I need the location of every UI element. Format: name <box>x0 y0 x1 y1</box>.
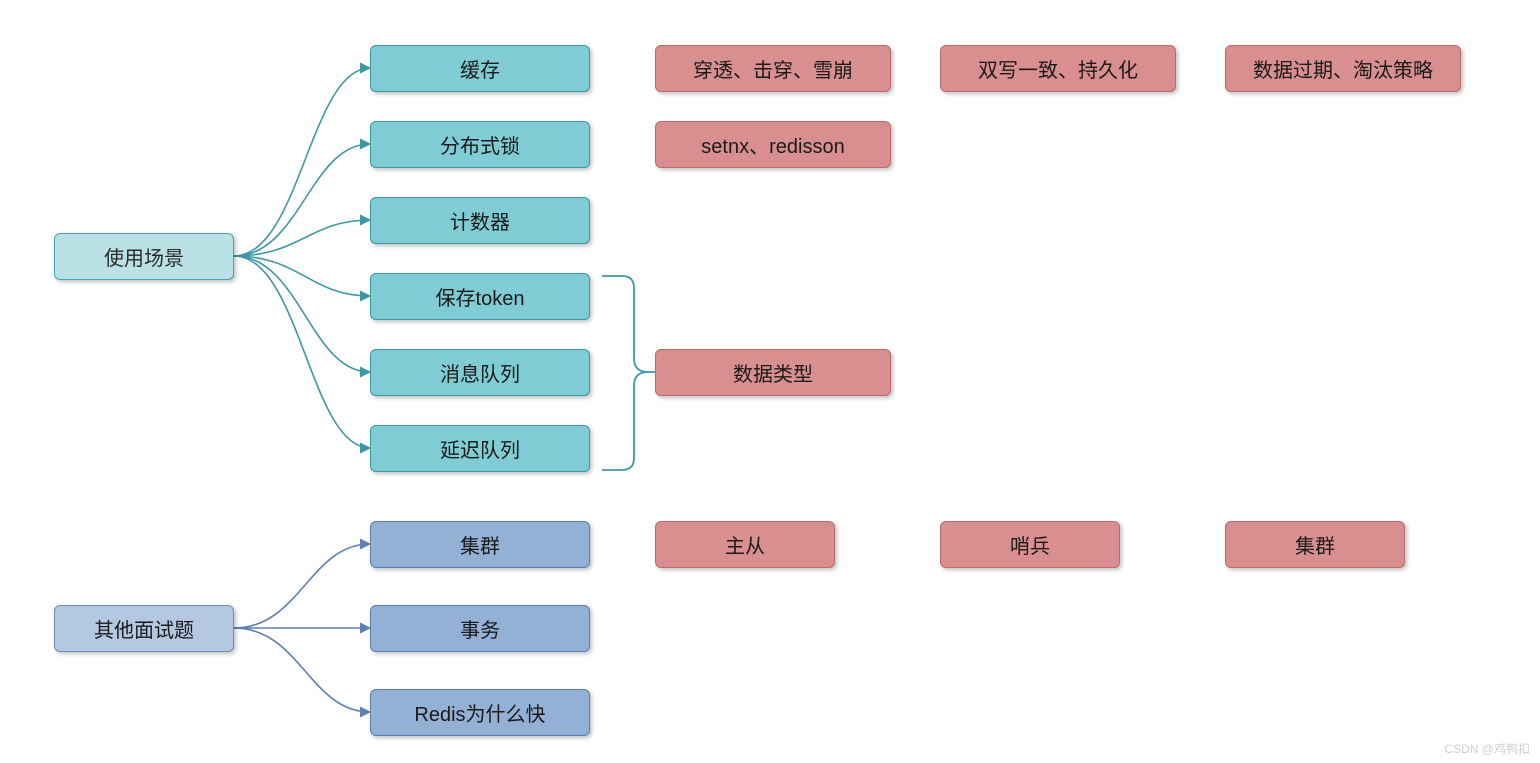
cache-topic-1: 穿透、击穿、雪崩 <box>655 45 891 92</box>
scenario-counter-label: 计数器 <box>450 206 510 235</box>
scenario-delay-queue-label: 延迟队列 <box>440 434 520 463</box>
cluster-topic-1-label: 主从 <box>725 530 765 559</box>
cluster-topic-1: 主从 <box>655 521 835 568</box>
cluster-topic-2-label: 哨兵 <box>1010 530 1050 559</box>
other-why-fast-label: Redis为什么快 <box>414 698 545 727</box>
scenario-cache: 缓存 <box>370 45 590 92</box>
lock-topic-1-label: setnx、redisson <box>701 130 844 159</box>
data-type-label: 数据类型 <box>733 358 813 387</box>
scenario-message-queue: 消息队列 <box>370 349 590 396</box>
cluster-topic-3: 集群 <box>1225 521 1405 568</box>
cache-topic-1-label: 穿透、击穿、雪崩 <box>693 54 853 83</box>
scenario-counter: 计数器 <box>370 197 590 244</box>
scenario-cache-label: 缓存 <box>460 54 500 83</box>
other-cluster-label: 集群 <box>460 530 500 559</box>
watermark-text: CSDN @鸡鸭扣 <box>1444 742 1530 756</box>
scenario-distributed-lock-label: 分布式锁 <box>440 130 520 159</box>
other-cluster: 集群 <box>370 521 590 568</box>
root-usage-scenarios: 使用场景 <box>54 233 234 280</box>
cache-topic-2: 双写一致、持久化 <box>940 45 1176 92</box>
cache-topic-3-label: 数据过期、淘汰策略 <box>1253 54 1433 83</box>
data-type-node: 数据类型 <box>655 349 891 396</box>
root-usage-scenarios-label: 使用场景 <box>104 242 184 271</box>
cluster-topic-3-label: 集群 <box>1295 530 1335 559</box>
lock-topic-1: setnx、redisson <box>655 121 891 168</box>
root-other-questions: 其他面试题 <box>54 605 234 652</box>
cache-topic-3: 数据过期、淘汰策略 <box>1225 45 1461 92</box>
scenario-distributed-lock: 分布式锁 <box>370 121 590 168</box>
other-transaction-label: 事务 <box>460 614 500 643</box>
cache-topic-2-label: 双写一致、持久化 <box>978 54 1138 83</box>
scenario-save-token-label: 保存token <box>436 282 525 311</box>
scenario-message-queue-label: 消息队列 <box>440 358 520 387</box>
watermark: CSDN @鸡鸭扣 <box>1444 740 1530 757</box>
scenario-delay-queue: 延迟队列 <box>370 425 590 472</box>
other-transaction: 事务 <box>370 605 590 652</box>
cluster-topic-2: 哨兵 <box>940 521 1120 568</box>
root-other-questions-label: 其他面试题 <box>94 614 194 643</box>
other-why-fast: Redis为什么快 <box>370 689 590 736</box>
scenario-save-token: 保存token <box>370 273 590 320</box>
